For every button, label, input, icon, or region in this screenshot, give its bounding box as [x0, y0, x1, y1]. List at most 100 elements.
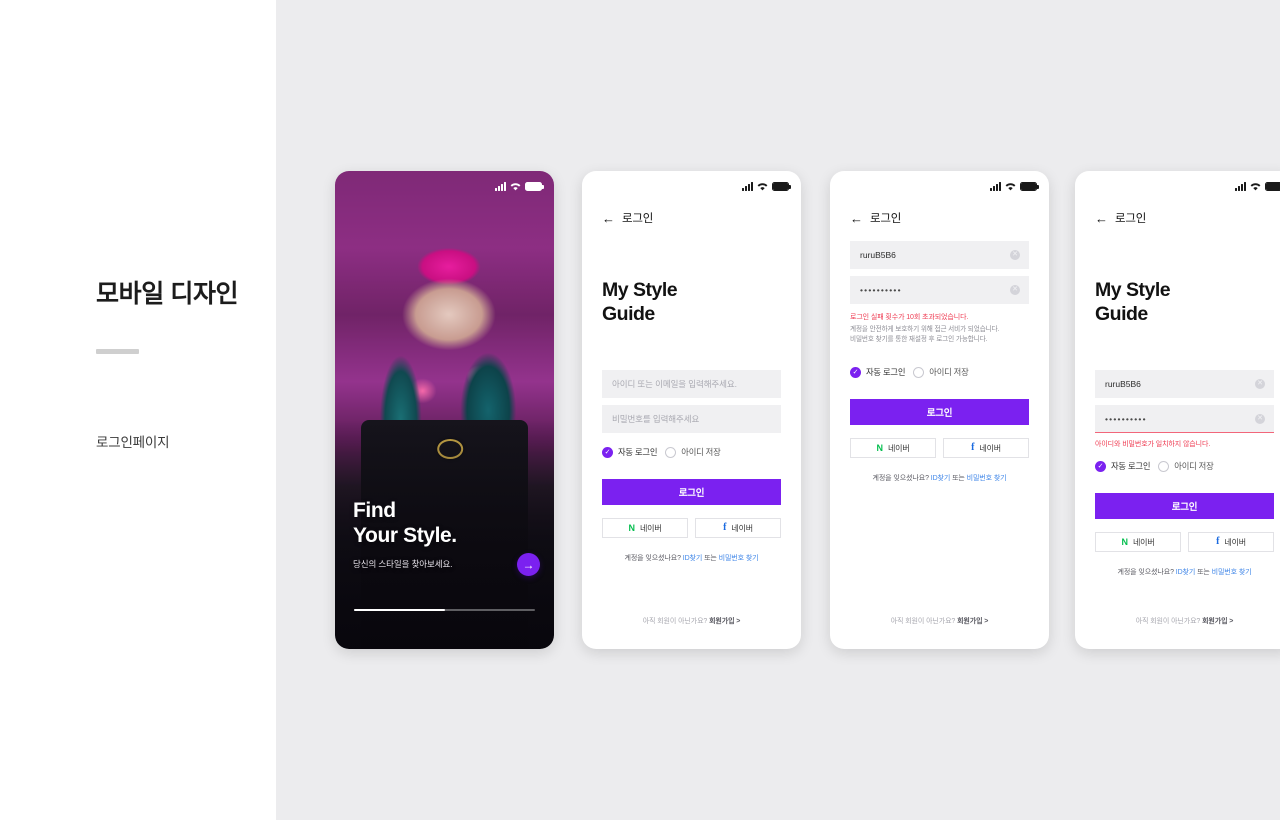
headline-line1: My Style [1095, 279, 1171, 301]
artboard-login-mismatch[interactable]: ← 로그인 My Style Guide ruruB5B6 ✕ ••••••••… [1075, 171, 1280, 649]
id-input[interactable]: 아이디 또는 이메일을 입력해주세요. [602, 370, 781, 398]
wifi-icon [510, 182, 521, 191]
options-row: ✓ 자동 로그인 아이디 저장 [1095, 460, 1214, 472]
onboarding-progress-bar [354, 608, 535, 611]
onboarding-subtitle: 당신의 스타일을 찾아보세요. [353, 559, 453, 569]
clear-circle-icon[interactable]: ✕ [1010, 250, 1020, 260]
headline: My Style Guide [1095, 278, 1171, 327]
app-root: 모바일 디자인 로그인페이지 Find Your Style. 당신의 스타일을… [0, 0, 1280, 820]
find-or-text: 또는 [1197, 569, 1210, 576]
find-account-row: 계정을 잊으셨나요? ID찾기 또는 비밀번호 찾기 [850, 473, 1029, 483]
password-input[interactable]: •••••••••• ✕ [850, 276, 1029, 304]
options-row: ✓ 자동 로그인 아이디 저장 [602, 446, 721, 458]
facebook-icon: f [723, 522, 727, 533]
signup-row: 아직 회원이 아닌가요? 회원가입 > [602, 616, 781, 626]
naver-login-label: 네이버 [640, 523, 662, 533]
nav-title: 로그인 [622, 213, 654, 225]
design-canvas: Find Your Style. 당신의 스타일을 찾아보세요. → ← 로그인… [276, 0, 1280, 820]
naver-login-button[interactable]: N 네이버 [1095, 532, 1181, 552]
checkbox-save-id-label: 아이디 저장 [1174, 461, 1214, 471]
clear-circle-icon[interactable]: ✕ [1255, 413, 1265, 424]
checkbox-save-id[interactable]: 아이디 저장 [665, 446, 721, 458]
clear-circle-icon[interactable]: ✕ [1010, 285, 1020, 295]
signup-link[interactable]: 회원가입 > [709, 618, 740, 625]
social-login-row: N 네이버 f 네이버 [602, 518, 781, 538]
find-id-link[interactable]: ID찾기 [1176, 569, 1196, 576]
find-account-row: 계정을 잊으셨나요? ID찾기 또는 비밀번호 찾기 [1095, 567, 1274, 577]
headline-line1: My Style [602, 279, 678, 301]
empty-circle-icon [665, 446, 677, 458]
progress-fill [354, 608, 445, 611]
signal-bars-icon [495, 181, 506, 191]
find-password-link[interactable]: 비밀번호 찾기 [719, 555, 759, 562]
check-icon: ✓ [602, 446, 613, 458]
checkbox-save-id-label: 아이디 저장 [681, 447, 721, 457]
naver-login-button[interactable]: N 네이버 [602, 518, 688, 538]
signup-link[interactable]: 회원가입 > [1202, 618, 1233, 625]
error-detail-line2: 비밀번호 찾기를 통한 재설정 후 로그인 가능합니다. [850, 336, 988, 344]
find-password-link[interactable]: 비밀번호 찾기 [1212, 569, 1252, 576]
empty-circle-icon [913, 366, 925, 378]
id-input-value: ruruB5B6 [860, 250, 896, 260]
password-input[interactable]: 비밀번호를 입력해주세요 [602, 405, 781, 433]
login-button[interactable]: 로그인 [1095, 493, 1274, 519]
find-password-link[interactable]: 비밀번호 찾기 [967, 475, 1007, 482]
sidebar-item-login-page[interactable]: 로그인페이지 [96, 431, 170, 451]
checkbox-auto-login[interactable]: ✓ 자동 로그인 [602, 446, 657, 458]
checkbox-save-id[interactable]: 아이디 저장 [1158, 460, 1214, 472]
onboarding-next-button[interactable]: → [517, 553, 540, 576]
error-block: 아이디와 비밀번호가 일치하지 않습니다. [1095, 439, 1274, 452]
find-or-text: 또는 [704, 555, 717, 562]
login-button[interactable]: 로그인 [850, 399, 1029, 425]
find-account-prefix: 계정을 잊으셨나요? [872, 475, 929, 482]
error-message: 아이디와 비밀번호가 일치하지 않습니다. [1095, 441, 1211, 448]
naver-login-button[interactable]: N 네이버 [850, 438, 936, 458]
checkbox-auto-login-label: 자동 로그인 [866, 367, 906, 377]
login-button[interactable]: 로그인 [602, 479, 781, 505]
naver-icon: N [628, 522, 636, 533]
id-input[interactable]: ruruB5B6 ✕ [850, 241, 1029, 269]
find-account-prefix: 계정을 잊으셨나요? [624, 555, 681, 562]
password-input-value: •••••••••• [1105, 413, 1147, 424]
password-input-value: •••••••••• [860, 285, 902, 295]
nav-back-row[interactable]: ← 로그인 [1095, 210, 1146, 226]
nav-back-row[interactable]: ← 로그인 [602, 210, 653, 226]
password-input[interactable]: •••••••••• ✕ [1095, 405, 1274, 433]
social-login-row: N 네이버 f 네이버 [850, 438, 1029, 458]
find-id-link[interactable]: ID찾기 [931, 475, 951, 482]
facebook-login-button[interactable]: f 네이버 [1188, 532, 1274, 552]
signup-row: 아직 회원이 아닌가요? 회원가입 > [850, 616, 1029, 626]
options-row: ✓ 자동 로그인 아이디 저장 [850, 366, 969, 378]
checkbox-auto-login[interactable]: ✓ 자동 로그인 [850, 366, 905, 378]
id-input[interactable]: ruruB5B6 ✕ [1095, 370, 1274, 398]
facebook-login-label: 네이버 [1224, 537, 1246, 547]
check-icon: ✓ [850, 366, 861, 378]
login-fields: ruruB5B6 ✕ •••••••••• ✕ [850, 241, 1029, 311]
page-title: 모바일 디자인 [96, 280, 239, 308]
clear-circle-icon[interactable]: ✕ [1255, 379, 1265, 389]
nav-title: 로그인 [870, 213, 902, 225]
error-message: 로그인 실패 횟수가 10회 초과되었습니다. [850, 314, 969, 321]
artboard-login-locked[interactable]: ← 로그인 ruruB5B6 ✕ •••••••••• ✕ 로그인 실패 횟수가… [830, 171, 1049, 649]
nav-back-row[interactable]: ← 로그인 [850, 210, 901, 226]
artboard-onboarding[interactable]: Find Your Style. 당신의 스타일을 찾아보세요. → [335, 171, 554, 649]
facebook-login-button[interactable]: f 네이버 [695, 518, 781, 538]
checkbox-save-id[interactable]: 아이디 저장 [913, 366, 969, 378]
find-id-link[interactable]: ID찾기 [683, 555, 703, 562]
signup-link[interactable]: 회원가입 > [957, 618, 988, 625]
signup-prefix: 아직 회원이 아닌가요? [1135, 618, 1201, 625]
facebook-login-label: 네이버 [979, 443, 1001, 453]
artboard-login-default[interactable]: ← 로그인 My Style Guide 아이디 또는 이메일을 입력해주세요.… [582, 171, 801, 649]
social-login-row: N 네이버 f 네이버 [1095, 532, 1274, 552]
arrow-left-icon: ← [1095, 210, 1108, 226]
status-bar [495, 180, 544, 192]
login-fields: ruruB5B6 ✕ •••••••••• ✕ [1095, 370, 1274, 440]
login-screen: ← 로그인 My Style Guide ruruB5B6 ✕ ••••••••… [1075, 171, 1280, 649]
checkbox-auto-login[interactable]: ✓ 자동 로그인 [1095, 460, 1150, 472]
empty-circle-icon [1158, 460, 1170, 472]
facebook-icon: f [971, 442, 975, 453]
find-account-prefix: 계정을 잊으셨나요? [1117, 569, 1174, 576]
facebook-login-button[interactable]: f 네이버 [943, 438, 1029, 458]
signup-prefix: 아직 회원이 아닌가요? [642, 618, 708, 625]
headline-line2: Guide [1095, 303, 1148, 326]
